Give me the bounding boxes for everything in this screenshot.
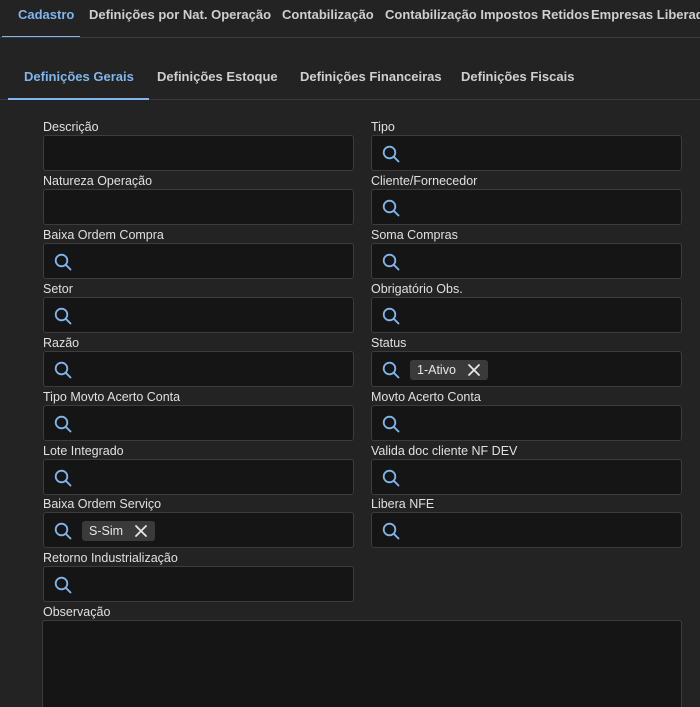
status-label: Status bbox=[371, 336, 407, 350]
search-icon[interactable] bbox=[53, 306, 73, 326]
retorno-industrializacao-label: Retorno Industrialização bbox=[43, 551, 178, 565]
search-icon[interactable] bbox=[381, 252, 401, 272]
baixa-ordem-servico-chip: S-Sim bbox=[82, 521, 156, 541]
soma-compras-label: Soma Compras bbox=[371, 228, 458, 242]
descricao-label: Descrição bbox=[43, 120, 99, 134]
observacao-label: Observação bbox=[43, 605, 111, 619]
cliente-fornecedor-label: Cliente/Fornecedor bbox=[371, 174, 478, 188]
status-chip-label: 1-Ativo bbox=[417, 363, 456, 377]
razao-lookup[interactable] bbox=[43, 351, 354, 387]
descricao-input[interactable] bbox=[43, 135, 354, 171]
lote-integrado-label: Lote Integrado bbox=[43, 444, 124, 458]
search-icon[interactable] bbox=[53, 468, 73, 488]
movto-acerto-conta-lookup[interactable] bbox=[371, 405, 682, 441]
search-icon[interactable] bbox=[53, 360, 73, 380]
status-lookup[interactable]: 1-Ativo bbox=[371, 351, 682, 387]
libera-nfe-lookup[interactable] bbox=[371, 512, 682, 548]
tab-empresas-liberadas[interactable]: Empresas Liberadas bbox=[591, 0, 700, 37]
soma-compras-lookup[interactable] bbox=[371, 243, 682, 279]
movto-acerto-conta-label: Movto Acerto Conta bbox=[371, 390, 481, 404]
status-chip: 1-Ativo bbox=[410, 360, 488, 380]
tab-definicoes-fiscais[interactable]: Definições Fiscais bbox=[461, 56, 574, 99]
setor-label: Setor bbox=[43, 282, 73, 296]
baixa-ordem-compra-lookup[interactable] bbox=[43, 243, 354, 279]
cliente-fornecedor-lookup[interactable] bbox=[371, 189, 682, 225]
tab-contabilizacao[interactable]: Contabilização bbox=[282, 0, 374, 37]
baixa-ordem-servico-chip-label: S-Sim bbox=[89, 524, 124, 538]
observacao-textarea[interactable] bbox=[42, 620, 682, 707]
tab-definicoes-nat-operacao[interactable]: Definições por Nat. Operação bbox=[89, 0, 271, 37]
search-icon[interactable] bbox=[381, 468, 401, 488]
valida-doc-cliente-lookup[interactable] bbox=[371, 459, 682, 495]
search-icon[interactable] bbox=[53, 414, 73, 434]
libera-nfe-label: Libera NFE bbox=[371, 497, 435, 511]
main-tab-bar: Cadastro Definições por Nat. Operação Co… bbox=[0, 0, 700, 38]
tipo-label: Tipo bbox=[371, 120, 395, 134]
tipo-movto-acerto-conta-lookup[interactable] bbox=[43, 405, 354, 441]
search-icon[interactable] bbox=[381, 306, 401, 326]
search-icon[interactable] bbox=[381, 360, 401, 380]
obrigatorio-obs-label: Obrigatório Obs. bbox=[371, 282, 463, 296]
setor-lookup[interactable] bbox=[43, 297, 354, 333]
search-icon[interactable] bbox=[53, 575, 73, 595]
baixa-ordem-compra-label: Baixa Ordem Compra bbox=[43, 228, 164, 242]
retorno-industrializacao-lookup[interactable] bbox=[43, 566, 354, 602]
sub-tab-bar: Definições Gerais Definições Estoque Def… bbox=[0, 56, 700, 100]
valida-doc-cliente-label: Valida doc cliente NF DEV bbox=[371, 444, 518, 458]
search-icon[interactable] bbox=[381, 521, 401, 541]
razao-label: Razão bbox=[43, 336, 80, 350]
tab-definicoes-gerais[interactable]: Definições Gerais bbox=[8, 56, 149, 100]
tab-cadastro[interactable]: Cadastro bbox=[1, 0, 81, 37]
search-icon[interactable] bbox=[53, 521, 73, 541]
baixa-ordem-servico-label: Baixa Ordem Serviço bbox=[43, 497, 162, 511]
close-icon[interactable] bbox=[133, 521, 149, 541]
lote-integrado-lookup[interactable] bbox=[43, 459, 354, 495]
search-icon[interactable] bbox=[381, 414, 401, 434]
tipo-lookup[interactable] bbox=[371, 135, 682, 171]
natureza-operacao-input[interactable] bbox=[43, 189, 354, 225]
search-icon[interactable] bbox=[381, 144, 401, 164]
tab-definicoes-financeiras[interactable]: Definições Financeiras bbox=[300, 56, 442, 99]
natureza-operacao-label: Natureza Operação bbox=[43, 174, 153, 188]
tipo-movto-acerto-conta-label: Tipo Movto Acerto Conta bbox=[43, 390, 181, 404]
search-icon[interactable] bbox=[381, 198, 401, 218]
tab-contabilizacao-impostos-retidos[interactable]: Contabilização Impostos Retidos bbox=[385, 0, 589, 37]
close-icon[interactable] bbox=[466, 360, 482, 380]
obrigatorio-obs-lookup[interactable] bbox=[371, 297, 682, 333]
baixa-ordem-servico-lookup[interactable]: S-Sim bbox=[43, 512, 354, 548]
search-icon[interactable] bbox=[53, 252, 73, 272]
tab-definicoes-estoque[interactable]: Definições Estoque bbox=[157, 56, 278, 99]
